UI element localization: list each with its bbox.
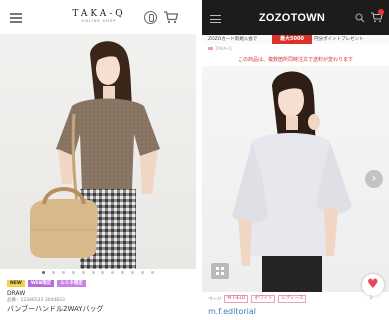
takaq-header: TAKA-Q ONLINE SHOP	[0, 0, 196, 34]
product-image[interactable]	[202, 66, 389, 292]
takaq-logo-text: TAKA-Q	[72, 9, 126, 19]
favorite-count: 2	[370, 295, 373, 300]
takaq-logo-subtext: ONLINE SHOP	[81, 19, 117, 23]
product-photo-model	[232, 71, 352, 292]
zozo-header: ZOZOTOWN	[202, 0, 389, 35]
menu-icon[interactable]	[10, 13, 22, 23]
product-code: 品番：12346533 3044833	[7, 298, 65, 303]
search-icon[interactable]	[355, 13, 365, 23]
menu-icon[interactable]	[210, 15, 221, 24]
product-brand[interactable]: DRAW	[7, 290, 25, 297]
product-photo-model	[30, 41, 160, 269]
takaq-screen: TAKA-Q ONLINE SHOP NEW WEB限定 ルミネ限定 DRAW …	[0, 0, 196, 320]
grid-view-icon[interactable]	[211, 263, 229, 279]
favorite-heart-icon[interactable]	[362, 274, 384, 296]
product-image[interactable]	[0, 34, 196, 269]
product-tags: NEW WEB限定 ルミネ限定	[7, 280, 86, 287]
promo-banner[interactable]: ZOZOカード新規入会で 最大5000 円分ポイントプレゼント	[202, 35, 389, 44]
zozotown-logo[interactable]: ZOZOTOWN	[247, 12, 337, 24]
takaq-logo[interactable]: TAKA-Q ONLINE SHOP	[68, 9, 130, 24]
tag-web-limited: WEB限定	[27, 280, 55, 287]
product-name: バンブーハンドル2WAYバッグ	[7, 305, 104, 313]
banner-text-right: 円分ポイントプレゼント	[314, 37, 364, 42]
breadcrumb[interactable]: TAKA-Q	[208, 47, 232, 53]
meta-pill[interactable]: ホワイト	[251, 295, 276, 303]
tag-lumine-limited: ルミネ限定	[57, 280, 86, 287]
banner-badge: 最大5000	[272, 35, 312, 44]
product-meta: ページ M FIELD ホワイト レディース	[208, 295, 307, 303]
product-brand-link[interactable]: m.f.editorial	[208, 307, 256, 317]
notice-text: この商品は、複数箇所同時注文で送料が変わります	[237, 57, 353, 63]
meta-pill[interactable]: レディース	[278, 295, 307, 303]
account-icon[interactable]	[144, 11, 157, 24]
zozotown-screen: ZOZOTOWN ZOZOカード新規入会で 最大5000 円分ポイントプレゼント…	[202, 0, 389, 320]
next-image-button[interactable]: ›	[365, 170, 383, 188]
banner-text-left: ZOZOカード新規入会で	[208, 37, 258, 42]
cart-icon[interactable]	[163, 10, 179, 24]
meta-label: ページ	[208, 297, 222, 302]
tag-new: NEW	[7, 280, 25, 287]
carousel-dots[interactable]	[42, 271, 154, 274]
cart-badge	[378, 9, 384, 15]
meta-pill[interactable]: M FIELD	[224, 295, 249, 303]
